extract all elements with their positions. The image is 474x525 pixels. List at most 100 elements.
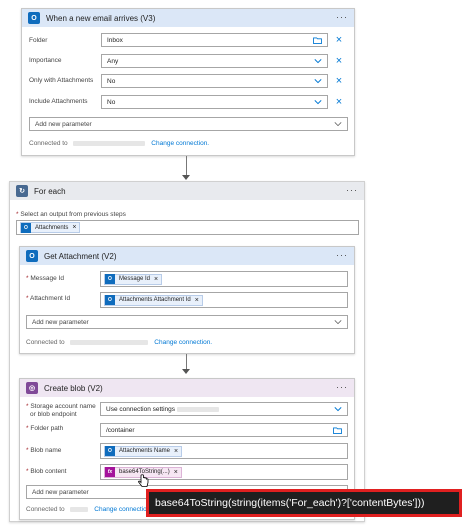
blob-name-field[interactable]: O Attachments Name ×	[100, 443, 348, 459]
create-blob-header[interactable]: ◎ Create blob (V2) ···	[20, 379, 354, 397]
redacted-account	[73, 140, 146, 146]
importance-label: Importance	[29, 57, 62, 64]
redacted-account	[70, 506, 89, 512]
storage-account-dropdown[interactable]: Use connection settings	[100, 402, 348, 416]
flow-arrow-icon	[182, 369, 190, 374]
outlook-icon: O	[28, 12, 40, 24]
message-id-label: * Message Id	[26, 275, 64, 282]
clear-folder-icon[interactable]: ×	[334, 35, 344, 46]
change-connection-link[interactable]: Change connection.	[154, 339, 212, 346]
create-blob-title: Create blob (V2)	[44, 383, 103, 393]
folder-path-label: * Folder path	[26, 425, 64, 432]
more-options-icon[interactable]: ···	[336, 12, 348, 22]
change-connection-link[interactable]: Change connection.	[94, 506, 152, 513]
connection-info: Connected to Change connection.	[29, 140, 209, 147]
select-output-label: * Select an output from previous steps	[16, 211, 126, 218]
connected-to-label: Connected to	[29, 140, 68, 147]
storage-account-label: * Storage account name or blob endpoint	[26, 403, 96, 418]
trigger-card-new-email: O When a new email arrives (V3) ··· Fold…	[21, 8, 355, 156]
storage-account-value: Use connection settings	[106, 405, 176, 413]
clear-only-attachments-icon[interactable]: ×	[334, 76, 344, 87]
folder-label: Folder	[29, 37, 48, 44]
add-new-parameter-label: Add new parameter	[32, 318, 89, 326]
remove-token-icon[interactable]: ×	[195, 297, 202, 304]
add-new-parameter-dropdown[interactable]: Add new parameter	[26, 315, 348, 329]
chevron-down-icon	[314, 59, 322, 64]
folder-value: Inbox	[107, 36, 123, 44]
chevron-down-icon	[314, 79, 322, 84]
attachments-name-token[interactable]: O Attachments Name ×	[104, 445, 183, 457]
redacted-account	[177, 406, 220, 412]
importance-value: Any	[107, 57, 119, 65]
foreach-card-title: For each	[34, 186, 66, 196]
folder-icon[interactable]	[313, 37, 322, 44]
connection-info: Connected to Change connection.	[26, 506, 152, 513]
trigger-card-header[interactable]: O When a new email arrives (V3) ···	[22, 9, 354, 27]
more-options-icon[interactable]: ···	[336, 382, 348, 392]
remove-token-icon[interactable]: ×	[154, 276, 161, 283]
attachments-token[interactable]: O Attachments ×	[20, 222, 81, 233]
outlook-icon: O	[21, 222, 31, 233]
folder-path-field[interactable]: /container	[100, 423, 348, 437]
flow-connector	[186, 354, 187, 370]
trigger-card-title: When a new email arrives (V3)	[46, 13, 156, 23]
storage-account-label-line2: or blob endpoint	[30, 411, 77, 418]
attachments-name-token-label: Attachments Name	[119, 448, 171, 454]
more-options-icon[interactable]: ···	[336, 250, 348, 260]
chevron-down-icon	[314, 100, 322, 105]
folder-icon[interactable]	[333, 427, 342, 434]
function-icon: fx	[105, 467, 115, 477]
attachment-id-token-label: Attachments Attachment Id	[119, 297, 191, 303]
loop-icon: ↻	[16, 185, 28, 197]
redacted-account	[70, 339, 149, 345]
only-attachments-dropdown[interactable]: No	[101, 74, 328, 88]
blob-content-label: * Blob content	[26, 468, 67, 475]
message-id-token[interactable]: O Message Id ×	[104, 273, 163, 285]
select-output-field[interactable]: O Attachments ×	[16, 220, 359, 235]
add-new-parameter-label: Add new parameter	[35, 120, 92, 128]
folder-field[interactable]: Inbox	[101, 33, 328, 47]
clear-importance-icon[interactable]: ×	[334, 56, 344, 67]
only-attachments-label: Only with Attachments	[29, 77, 94, 84]
include-attachments-label: Include Attachments	[29, 98, 88, 105]
connection-info: Connected to Change connection.	[26, 339, 212, 346]
include-attachments-value: No	[107, 98, 116, 106]
flow-connector	[186, 156, 187, 176]
more-options-icon[interactable]: ···	[346, 185, 358, 195]
outlook-icon: O	[105, 446, 115, 456]
attachment-id-field[interactable]: O Attachments Attachment Id ×	[100, 292, 348, 308]
expression-tooltip: base64ToString(string(items('For_each')?…	[146, 489, 462, 517]
attachment-id-token[interactable]: O Attachments Attachment Id ×	[104, 294, 203, 306]
get-attachment-card: O Get Attachment (V2) ··· * Message Id O…	[19, 246, 355, 354]
attachment-id-label: * Attachment Id	[26, 295, 71, 302]
get-attachment-title: Get Attachment (V2)	[44, 251, 117, 261]
attachments-token-label: Attachments	[35, 224, 69, 231]
blob-name-label: * Blob name	[26, 447, 62, 454]
importance-dropdown[interactable]: Any	[101, 54, 328, 68]
hand-cursor-icon	[138, 474, 149, 487]
chevron-down-icon	[334, 122, 342, 127]
flow-arrow-icon	[182, 175, 190, 180]
remove-token-icon[interactable]: ×	[72, 224, 79, 231]
add-new-parameter-label: Add new parameter	[32, 488, 89, 496]
include-attachments-dropdown[interactable]: No	[101, 95, 328, 109]
folder-path-value: /container	[106, 426, 135, 434]
only-attachments-value: No	[107, 77, 116, 85]
remove-token-icon[interactable]: ×	[174, 469, 181, 476]
get-attachment-header[interactable]: O Get Attachment (V2) ···	[20, 247, 354, 265]
chevron-down-icon	[334, 407, 342, 412]
connected-to-label: Connected to	[26, 339, 65, 346]
outlook-icon: O	[105, 295, 115, 305]
change-connection-link[interactable]: Change connection.	[151, 140, 209, 147]
message-id-field[interactable]: O Message Id ×	[100, 271, 348, 287]
foreach-card-header[interactable]: ↻ For each ···	[10, 182, 364, 200]
blob-storage-icon: ◎	[26, 382, 38, 394]
connected-to-label: Connected to	[26, 506, 65, 513]
foreach-card: ↻ For each ··· * Select an output from p…	[9, 181, 365, 522]
remove-token-icon[interactable]: ×	[174, 448, 181, 455]
add-new-parameter-dropdown[interactable]: Add new parameter	[29, 117, 348, 131]
clear-include-attachments-icon[interactable]: ×	[334, 97, 344, 108]
chevron-down-icon	[334, 320, 342, 325]
outlook-icon: O	[105, 274, 115, 284]
message-id-token-label: Message Id	[119, 276, 151, 282]
